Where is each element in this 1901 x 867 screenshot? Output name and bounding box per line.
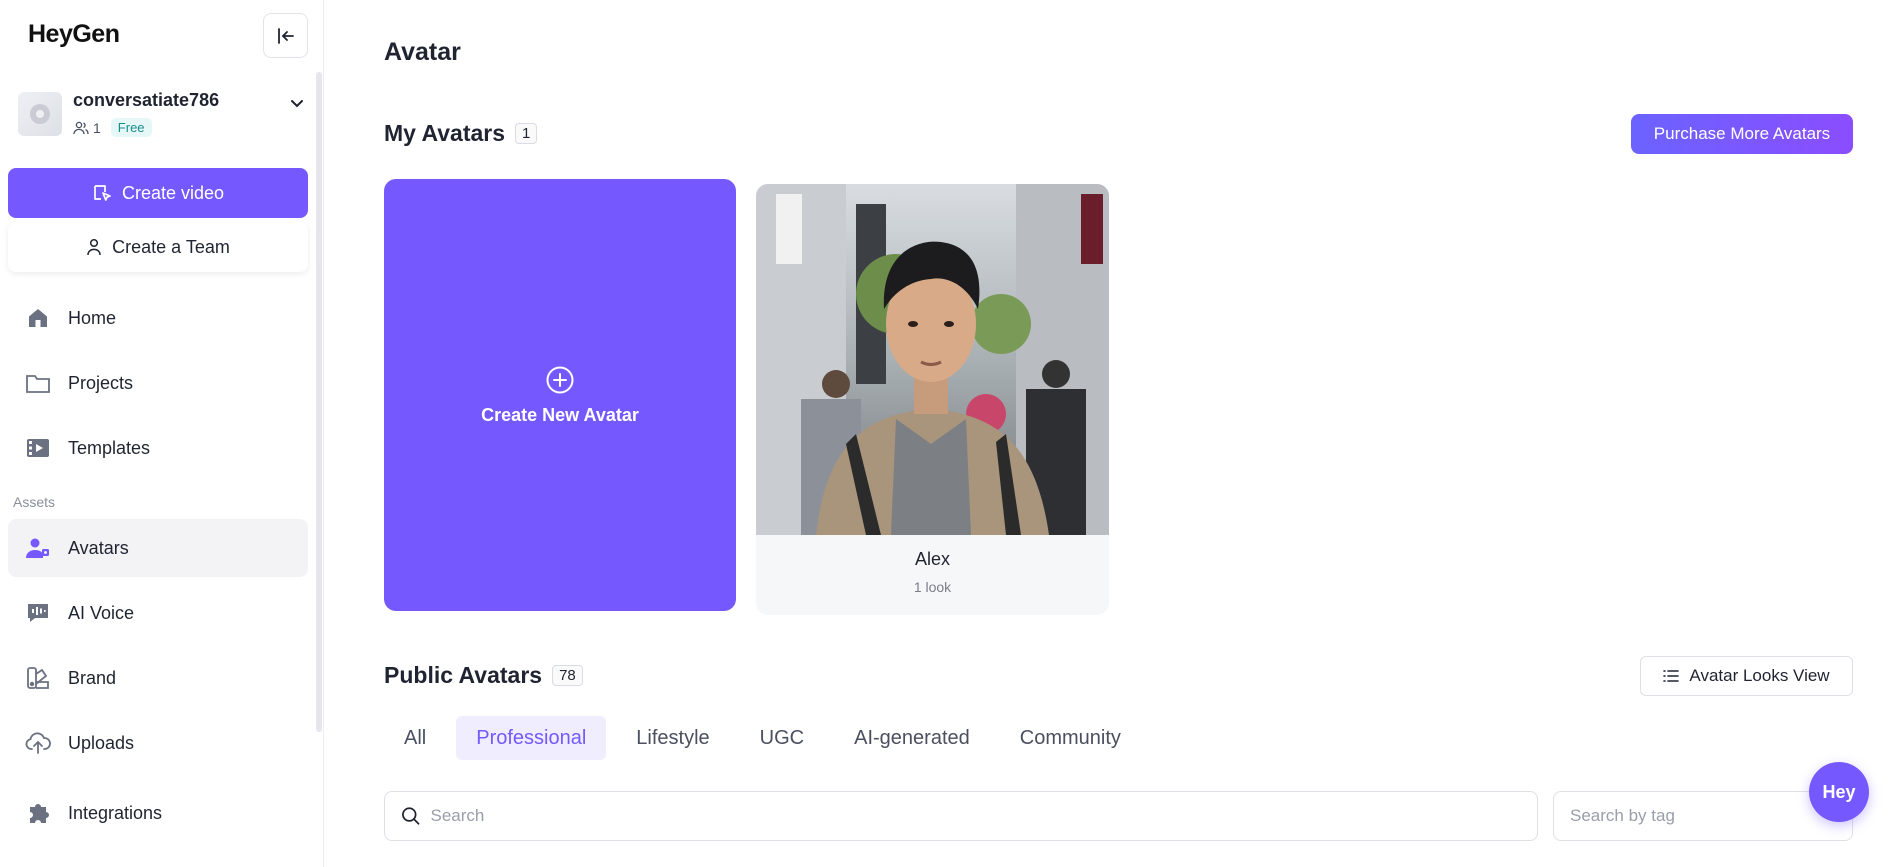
plan-badge: Free <box>110 118 152 137</box>
sidebar-item-label: Avatars <box>68 537 129 558</box>
plus-circle-icon <box>546 366 574 393</box>
account-avatar-icon <box>30 104 50 124</box>
account-meta: 1 Free <box>73 118 152 137</box>
public-avatars-count: 78 <box>552 665 583 686</box>
account-name: conversatiate786 <box>73 90 220 110</box>
public-avatars-title: Public Avatars <box>384 662 543 688</box>
sidebar-item-integrations[interactable]: Integrations <box>8 784 308 842</box>
tab-lifestyle[interactable]: Lifestyle <box>616 716 729 760</box>
sidebar-item-label: Projects <box>68 372 134 393</box>
account-switcher[interactable]: conversatiate786 1 Free <box>18 88 308 142</box>
create-new-avatar-card[interactable]: Create New Avatar <box>384 179 736 611</box>
tag-search-box <box>1553 791 1853 841</box>
tag-search-input[interactable] <box>1570 806 1852 826</box>
page-title: Avatar <box>384 38 461 66</box>
account-avatar <box>18 92 62 136</box>
sidebar-item-label: Uploads <box>68 732 135 753</box>
voice-icon <box>25 600 51 626</box>
collapse-left-icon <box>277 27 294 44</box>
list-icon <box>1663 670 1680 682</box>
video-cursor-icon <box>94 185 111 201</box>
create-new-avatar-label: Create New Avatar <box>481 404 639 425</box>
my-avatars-header: My Avatars 1 <box>384 120 538 147</box>
upload-cloud-icon <box>25 730 51 756</box>
sidebar-item-label: Home <box>68 307 117 328</box>
tab-ugc[interactable]: UGC <box>740 716 824 760</box>
sidebar-item-templates[interactable]: Templates <box>8 419 308 477</box>
sidebar-item-label: AI Voice <box>68 602 135 623</box>
search-input[interactable] <box>430 806 1537 826</box>
puzzle-icon <box>25 800 51 826</box>
create-video-button[interactable]: Create video <box>8 168 308 218</box>
create-team-label: Create a Team <box>112 236 230 257</box>
collapse-sidebar-button[interactable] <box>263 13 308 58</box>
chevron-down-icon[interactable] <box>288 94 306 112</box>
sidebar-item-label: Brand <box>68 667 117 688</box>
create-video-label: Create video <box>121 182 225 203</box>
public-avatars-header: Public Avatars 78 <box>384 662 583 689</box>
sidebar-item-brand[interactable]: Brand <box>8 649 308 707</box>
sidebar-item-label: Integrations <box>68 802 163 823</box>
person-icon <box>87 238 101 256</box>
tab-professional[interactable]: Professional <box>456 716 607 760</box>
tab-ai-generated[interactable]: AI-generated <box>834 716 990 760</box>
avatar-looks-view-button[interactable]: Avatar Looks View <box>1640 656 1853 696</box>
avatar-looks-view-label: Avatar Looks View <box>1689 666 1830 685</box>
search-icon <box>402 807 420 825</box>
palette-icon <box>25 665 51 691</box>
assets-section-label: Assets <box>13 494 56 510</box>
sidebar-item-label: Templates <box>68 437 151 458</box>
sidebar-item-avatars[interactable]: Avatars <box>8 519 308 577</box>
heygen-logo[interactable]: HeyGen <box>28 20 120 49</box>
folder-icon <box>25 370 51 396</box>
members-count: 1 <box>93 119 101 136</box>
purchase-avatars-button[interactable]: Purchase More Avatars <box>1631 114 1853 154</box>
avatar-card[interactable]: Alex 1 look <box>756 184 1109 615</box>
my-avatars-count: 1 <box>515 123 538 144</box>
avatar-category-tabs: All Professional Lifestyle UGC AI-genera… <box>384 716 1141 760</box>
avatar-photo <box>756 184 1109 535</box>
members-icon <box>73 121 89 134</box>
film-icon <box>25 435 51 461</box>
tab-community[interactable]: Community <box>1000 716 1141 760</box>
tab-all[interactable]: All <box>384 716 446 760</box>
sidebar-scrollbar[interactable] <box>316 72 322 732</box>
avatar-name: Alex <box>914 549 950 569</box>
sidebar-item-home[interactable]: Home <box>8 289 308 347</box>
sidebar-item-ai-voice[interactable]: AI Voice <box>8 584 308 642</box>
sidebar-item-uploads[interactable]: Uploads <box>8 714 308 772</box>
create-team-button[interactable]: Create a Team <box>8 222 308 272</box>
hey-assistant-button[interactable]: Hey <box>1809 762 1869 822</box>
search-box <box>384 791 1538 841</box>
home-icon <box>25 305 51 331</box>
my-avatars-title: My Avatars <box>384 120 506 146</box>
avatar-looks-count: 1 look <box>913 579 952 595</box>
sidebar: HeyGen conversatiate786 1 Free Create vi… <box>0 0 324 867</box>
sidebar-item-projects[interactable]: Projects <box>8 354 308 412</box>
avatar-icon <box>25 535 51 561</box>
